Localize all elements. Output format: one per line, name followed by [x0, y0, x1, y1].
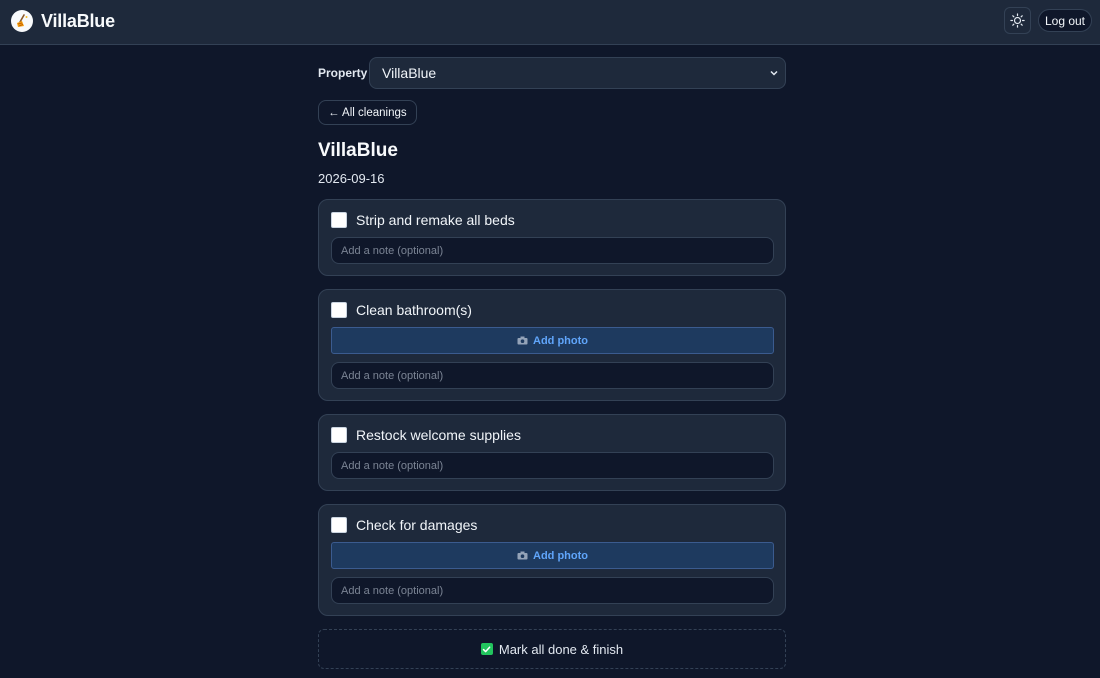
- task-checkbox[interactable]: [331, 211, 347, 228]
- camera-icon: [517, 551, 528, 560]
- top-bar: VillaBlue Log out: [0, 0, 1100, 45]
- task-checkbox[interactable]: [331, 426, 347, 443]
- finish-label: Mark all done & finish: [498, 641, 624, 657]
- task-note-input[interactable]: [331, 237, 774, 264]
- task-row: Strip and remake all beds: [331, 210, 773, 229]
- task-row: Check for damages: [331, 515, 773, 534]
- camera-icon: [517, 336, 528, 345]
- finish-button[interactable]: Mark all done & finish: [318, 629, 786, 669]
- theme-toggle-button[interactable]: [1004, 7, 1031, 34]
- task-note-input[interactable]: [331, 362, 774, 389]
- task-checkbox[interactable]: [331, 516, 347, 533]
- add-photo-button[interactable]: Add photo: [331, 542, 774, 569]
- brand[interactable]: VillaBlue: [11, 9, 115, 33]
- task-note-input[interactable]: [331, 577, 774, 604]
- add-photo-button[interactable]: Add photo: [331, 327, 774, 354]
- add-photo-label: Add photo: [533, 334, 588, 347]
- cleaning-detail: Property VillaBlue ← All cleanings Villa…: [318, 57, 786, 669]
- task-label: Clean bathroom(s): [356, 301, 472, 318]
- back-to-cleanings-button[interactable]: ← All cleanings: [318, 100, 417, 125]
- add-photo-label: Add photo: [533, 549, 588, 562]
- sun-icon: [1010, 13, 1025, 28]
- chevron-down-icon: [770, 70, 778, 76]
- task-card: Restock welcome supplies: [318, 414, 786, 491]
- cleaning-date: 2026-09-16: [318, 171, 385, 186]
- task-card: Check for damages Add photo: [318, 504, 786, 616]
- property-select-value: VillaBlue: [382, 65, 437, 81]
- task-row: Restock welcome supplies: [331, 425, 773, 444]
- task-label: Restock welcome supplies: [356, 426, 521, 443]
- property-select[interactable]: VillaBlue: [369, 57, 786, 89]
- broom-logo-icon: [11, 10, 33, 32]
- task-row: Clean bathroom(s): [331, 300, 773, 319]
- check-mark-icon: [480, 643, 493, 655]
- app-name: VillaBlue: [41, 10, 115, 31]
- task-card: Strip and remake all beds: [318, 199, 786, 276]
- property-label: Property: [318, 66, 368, 80]
- task-card: Clean bathroom(s) Add photo: [318, 289, 786, 401]
- property-selector-row: Property VillaBlue: [318, 57, 786, 89]
- task-list: Strip and remake all beds Clean bathroom…: [318, 199, 786, 616]
- logout-button[interactable]: Log out: [1038, 9, 1092, 32]
- task-note-input[interactable]: [331, 452, 774, 479]
- task-label: Strip and remake all beds: [356, 211, 515, 228]
- task-checkbox[interactable]: [331, 301, 347, 318]
- page-title: VillaBlue: [318, 140, 398, 161]
- task-label: Check for damages: [356, 516, 478, 533]
